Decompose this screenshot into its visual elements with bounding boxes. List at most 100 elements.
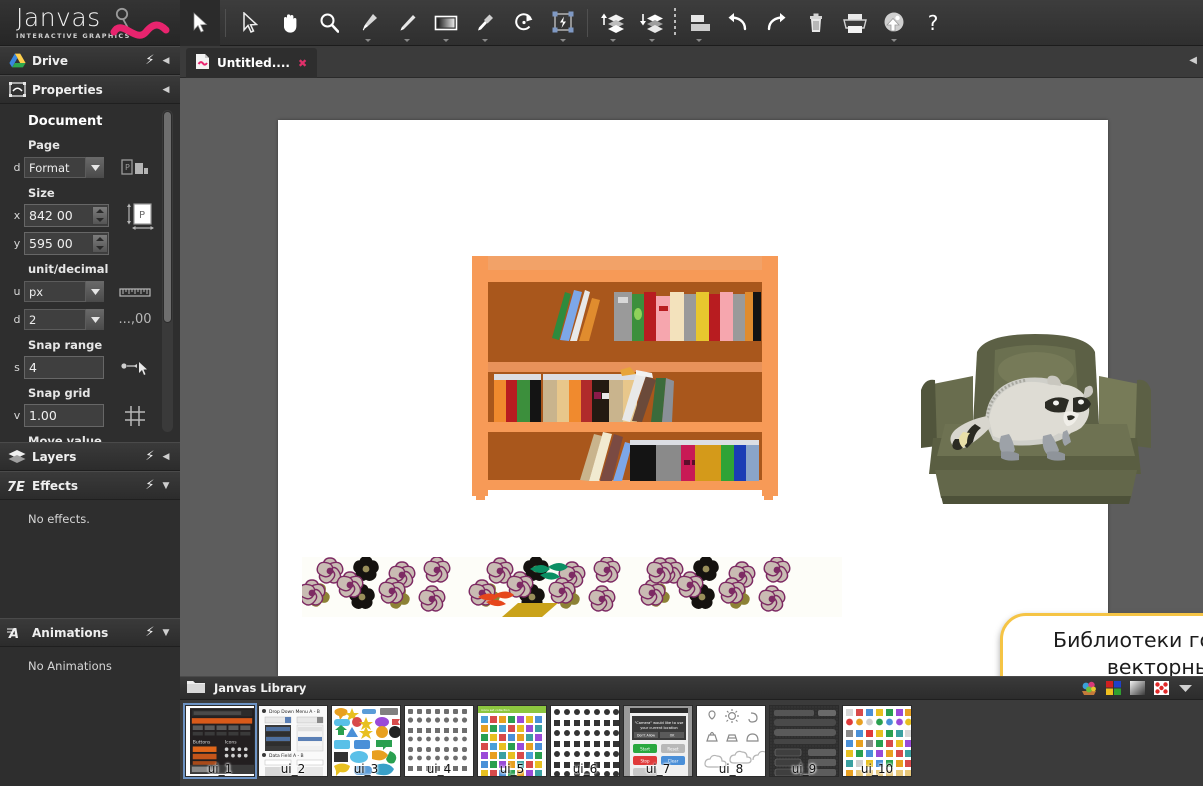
grid-icon[interactable] [118,405,152,427]
document-tab-label: Untitled.... [217,56,290,70]
top-toolbar: Janvas INTERACTIVE GRAPHICS ? [0,0,1203,46]
flower-border-illustration[interactable] [302,557,842,621]
page-dimensions-icon[interactable]: P [123,201,157,231]
library-item-2[interactable]: ui_3 [331,705,401,777]
sidebar-panel-layers[interactable]: Layers ⚡ ◀ [0,442,180,471]
decimal-format-icon[interactable]: ...,00 [118,312,152,327]
decimal-select[interactable]: 2 [24,309,104,330]
delete-button[interactable] [796,0,835,46]
callout-line-2: векторных [1106,655,1203,676]
library-item-5[interactable]: ui_6 [550,705,620,777]
lightning-icon[interactable]: ⚡ [142,449,158,464]
callout-bubble[interactable]: Библиотеки готовых векторных изображений [1000,613,1203,676]
rectangle-tool[interactable] [426,0,465,46]
sidebar-panel-animations[interactable]: A Animations ⚡ ▼ [0,618,180,647]
document-tab[interactable]: Untitled.... ✖ [186,48,318,78]
document-page[interactable] [278,120,1151,676]
chevron-down-icon [85,309,104,330]
zoom-tool[interactable] [309,0,348,46]
library-item-label: ui_6 [572,762,598,776]
unit-value: px [29,284,44,299]
library-item-label: ui_9 [791,762,817,776]
chevron-down-icon [609,38,616,42]
snap-range-input[interactable]: 4 [24,356,104,379]
svg-text:7E: 7E [7,480,25,493]
redo-button[interactable] [757,0,796,46]
bring-forward-tool[interactable] [593,0,632,46]
lightning-icon[interactable]: ⚡ [142,53,158,68]
select-tool[interactable] [180,0,220,46]
library-item-1[interactable]: Drop Down Menu A - B Data Field A - B ui… [258,705,328,777]
properties-section-title: Document [28,114,103,129]
format-row: d Format P [0,155,180,180]
library-item-label: ui_1 [207,762,233,776]
properties-scrollbar[interactable] [162,110,173,432]
chevron-down-icon [559,38,566,42]
raccoon-armchair-illustration[interactable] [915,328,1155,512]
library-item-label: ui_10 [860,762,894,776]
sidebar-animations-label: Animations [32,625,109,640]
chevron-down-icon[interactable] [1173,684,1197,693]
library-item-0[interactable]: Buttons Icons ui_1 [183,703,257,779]
lightning-icon[interactable]: ⚡ [142,625,158,640]
svg-text:Data Field A - B: Data Field A - B [269,753,304,759]
undo-button[interactable] [718,0,757,46]
print-button[interactable] [835,0,874,46]
save-button[interactable] [874,0,913,46]
align-tool[interactable] [679,0,718,46]
snap-grid-input[interactable]: 1.00 [24,404,104,427]
size-y-input[interactable]: 595 00 [24,232,109,255]
format-select[interactable]: Format [24,157,104,178]
left-sidebar: Drive ⚡ ◀ Properties ◀ Document Page d F… [0,46,180,786]
library-item-7[interactable]: ui_8 [696,705,766,777]
snap-range-prefix: s [14,361,20,374]
eyedropper-tool[interactable] [465,0,504,46]
collapse-arrow-icon[interactable]: ◀ [158,85,174,95]
snap-cursor-icon[interactable] [118,360,152,376]
svg-text:"Camera" would like to use: "Camera" would like to use [635,721,685,725]
sidebar-panel-effects[interactable]: 7E Effects ⚡ ▼ [0,471,180,500]
svg-text:Icons: Icons [225,740,238,746]
svg-text:Drop Down Menu A - B: Drop Down Menu A - B [269,709,320,715]
gradient-icon[interactable] [1125,680,1149,696]
ruler-icon[interactable] [118,286,152,298]
close-icon[interactable]: ✖ [298,57,307,70]
scrollbar-thumb[interactable] [163,111,172,323]
bookshelf-illustration[interactable] [470,252,780,506]
library-item-4[interactable]: icons set collection ui_5 [477,705,547,777]
size-y-stepper[interactable] [92,234,108,253]
library-thumbnail-strip[interactable]: Buttons Icons ui_1 Drop Down Menu A - B [180,700,1203,786]
send-backward-tool[interactable] [632,0,671,46]
canvas-area[interactable]: Библиотеки готовых векторных изображений [180,78,1203,676]
pattern-icon[interactable] [1149,680,1173,696]
svg-text:Buttons: Buttons [193,740,211,746]
direct-select-tool[interactable] [231,0,270,46]
library-item-9[interactable]: ui_10 [842,705,912,777]
unit-select[interactable]: px [24,281,104,302]
lightning-icon[interactable]: ⚡ [142,478,158,493]
size-x-input[interactable]: 842 00 [24,204,109,227]
sidebar-panel-drive[interactable]: Drive ⚡ ◀ [0,46,180,75]
page-orientation-icon[interactable]: P [118,159,152,176]
sidebar-panel-properties[interactable]: Properties ◀ [0,75,180,104]
collapse-arrow-icon[interactable]: ◀ [158,452,174,462]
library-item-3[interactable]: ui_4 [404,705,474,777]
callout-text: Библиотеки готовых векторных изображений [1053,627,1203,676]
pencil-tool[interactable] [387,0,426,46]
transform-tool[interactable] [543,0,582,46]
palette-icon[interactable] [1077,680,1101,696]
hand-tool[interactable] [270,0,309,46]
library-item-label: ui_4 [426,762,452,776]
pen-tool[interactable] [348,0,387,46]
library-item-6[interactable]: "Camera" would like to use your current … [623,705,693,777]
expand-arrow-icon[interactable]: ▼ [158,628,174,638]
color-swatches-icon[interactable] [1101,680,1125,696]
library-item-8[interactable]: ui_9 [769,705,839,777]
folder-icon[interactable] [186,678,206,698]
size-x-stepper[interactable] [92,206,108,225]
tabbar-collapse-icon[interactable]: ◀ [1189,55,1197,66]
collapse-arrow-icon[interactable]: ◀ [158,56,174,66]
help-button[interactable]: ? [913,0,952,46]
expand-arrow-icon[interactable]: ▼ [158,481,174,491]
rotate-tool[interactable] [504,0,543,46]
